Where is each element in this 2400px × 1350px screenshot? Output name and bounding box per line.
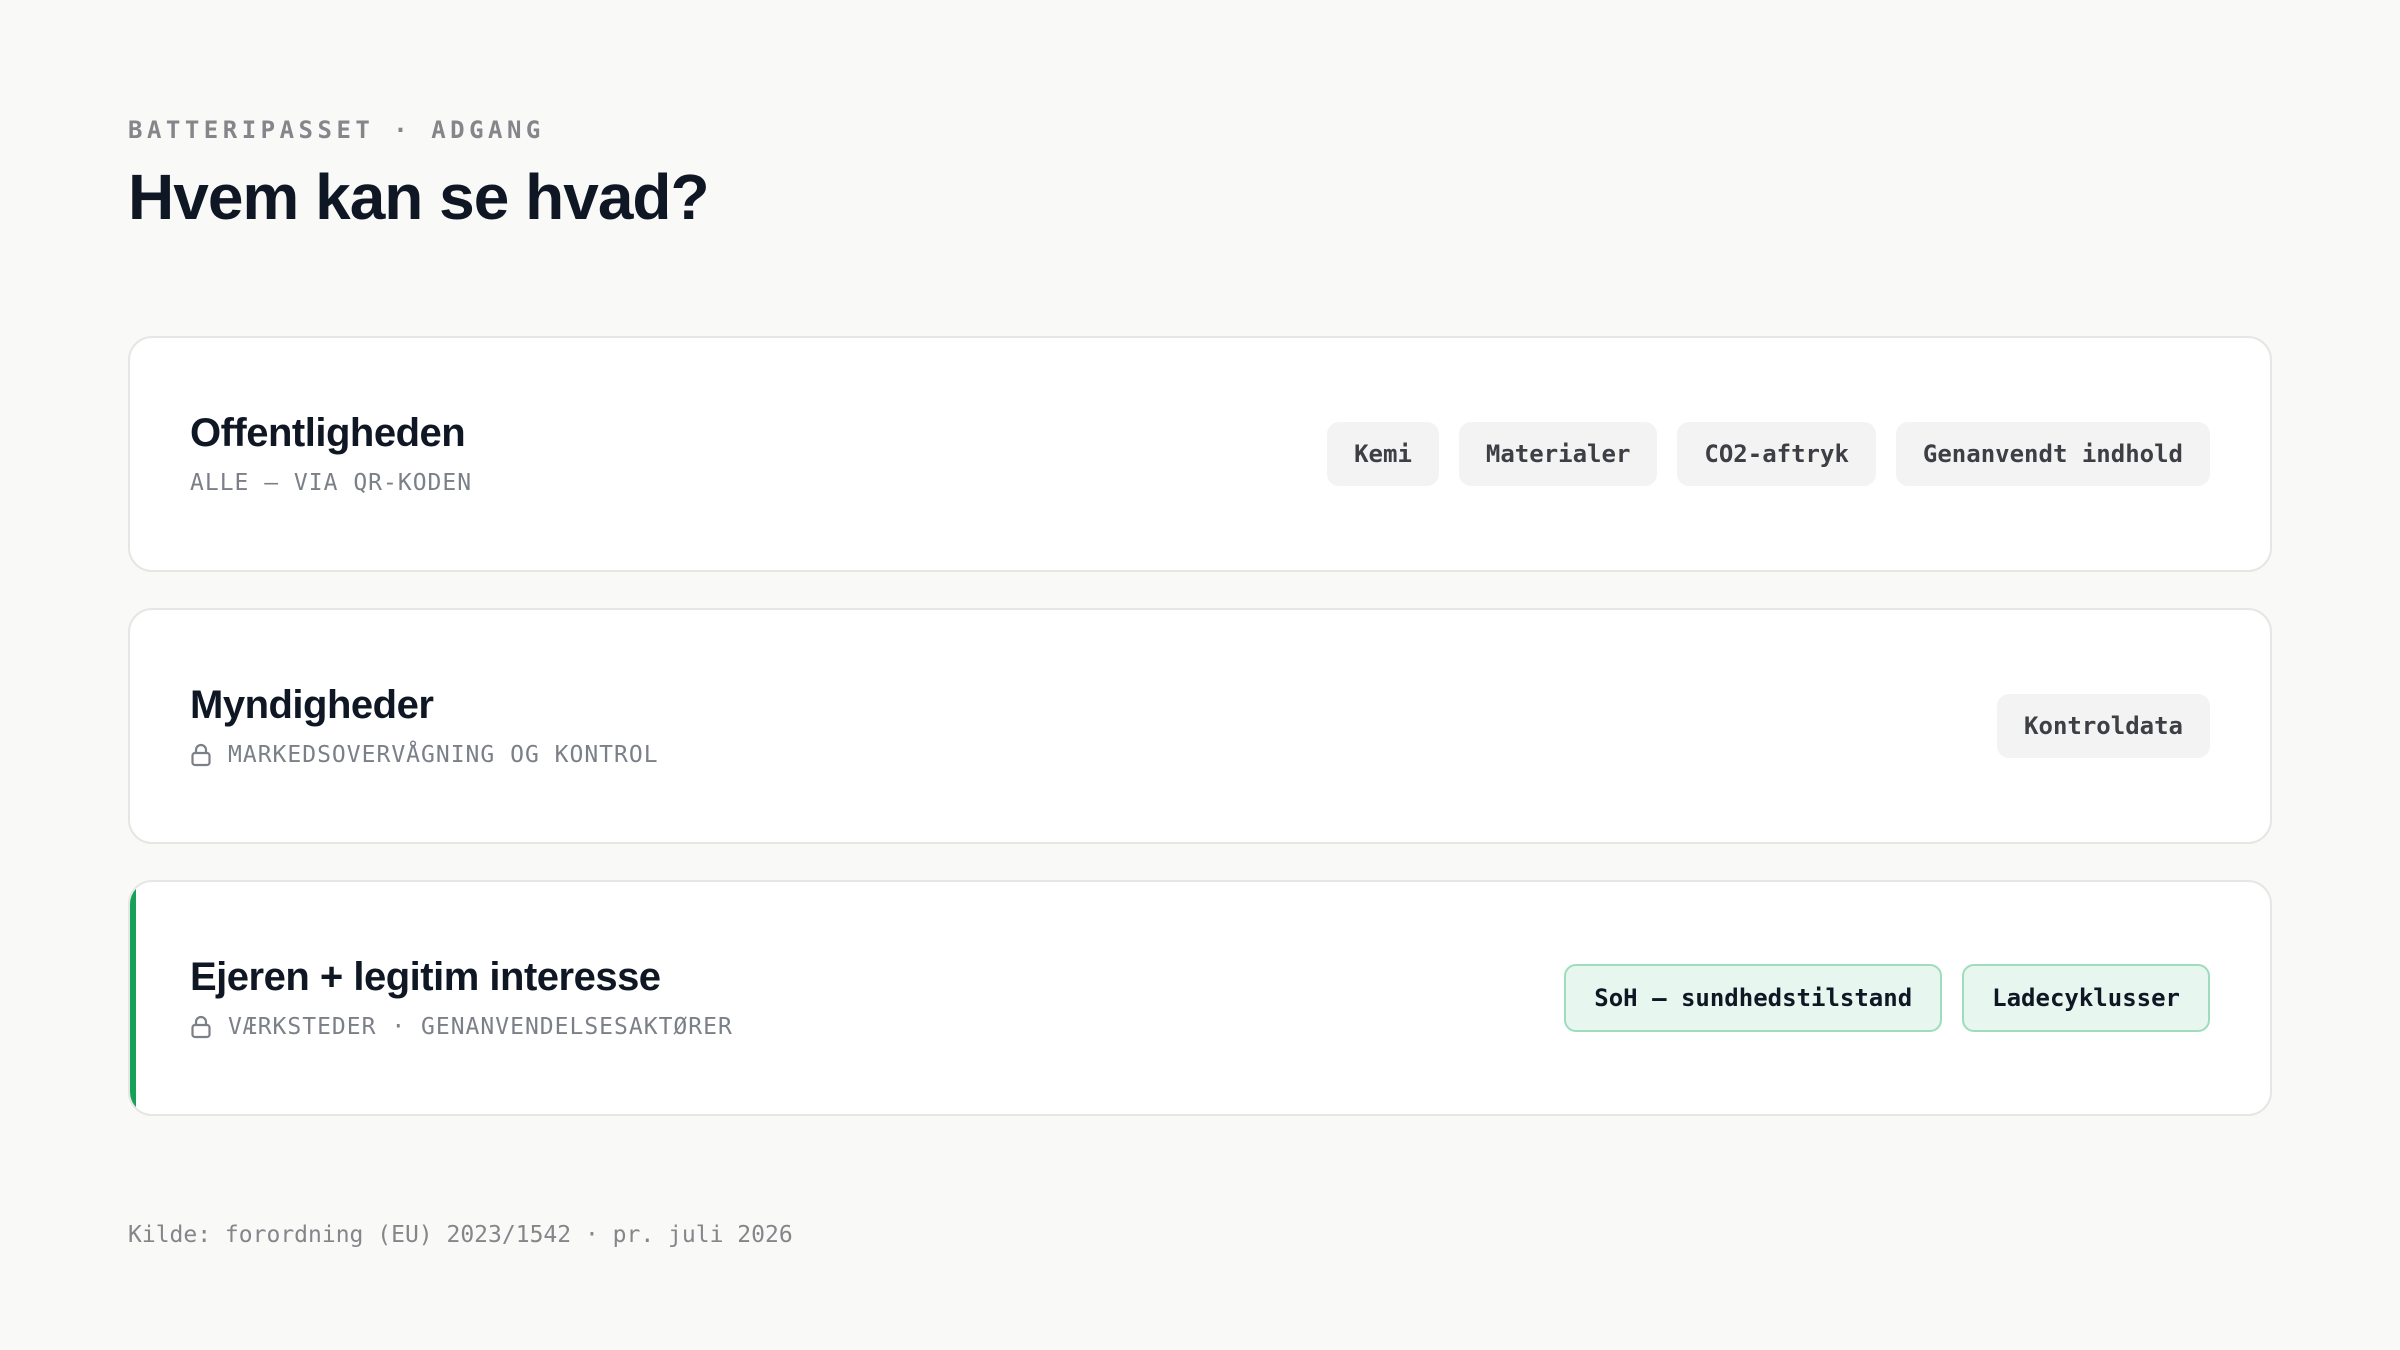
lock-icon	[190, 1015, 212, 1039]
access-card-authorities: Myndigheder MARKEDSOVERVÅGNING OG KONTRO…	[128, 608, 2272, 844]
card-subtitle-text: VÆRKSTEDER · GENANVENDELSESAKTØRER	[228, 1014, 733, 1040]
data-chip: Genanvendt indhold	[1895, 422, 2210, 486]
card-title: Myndigheder	[190, 683, 434, 727]
data-chip: Kemi	[1327, 422, 1439, 486]
card-heading: Ejeren + legitim interesse VÆRKSTEDER · …	[190, 952, 733, 1042]
access-card-public: Offentligheden ALLE — VIA QR-KODEN Kemi …	[128, 336, 2272, 572]
card-title: Ejeren + legitim interesse	[190, 955, 661, 999]
card-subtitle-text: ALLE — VIA QR-KODEN	[190, 470, 473, 496]
data-chip-highlighted: Ladecyklusser	[1962, 964, 2210, 1032]
access-card-owner: Ejeren + legitim interesse VÆRKSTEDER · …	[128, 880, 2272, 1116]
chip-list: Kemi Materialer CO2-aftryk Genanvendt in…	[1327, 338, 2210, 570]
access-cards: Offentligheden ALLE — VIA QR-KODEN Kemi …	[128, 336, 2272, 1152]
card-subtitle: ALLE — VIA QR-KODEN	[190, 468, 472, 498]
data-chip: Kontroldata	[1997, 694, 2210, 758]
page-title: Hvem kan se hvad?	[128, 161, 710, 233]
chip-list: SoH — sundhedstilstand Ladecyklusser	[1564, 882, 2210, 1114]
chip-list: Kontroldata	[1997, 610, 2210, 842]
card-heading: Offentligheden ALLE — VIA QR-KODEN	[190, 408, 472, 498]
card-heading: Myndigheder MARKEDSOVERVÅGNING OG KONTRO…	[190, 680, 659, 770]
data-chip: CO2-aftryk	[1677, 422, 1876, 486]
data-chip: Materialer	[1458, 422, 1658, 486]
data-chip-highlighted: SoH — sundhedstilstand	[1564, 964, 1943, 1032]
card-subtitle: VÆRKSTEDER · GENANVENDELSESAKTØRER	[190, 1012, 733, 1042]
source-footnote: Kilde: forordning (EU) 2023/1542 · pr. j…	[128, 1222, 793, 1248]
card-title: Offentligheden	[190, 411, 466, 455]
eyebrow-label: BATTERIPASSET · ADGANG	[128, 116, 545, 144]
lock-icon	[190, 743, 212, 767]
card-subtitle-text: MARKEDSOVERVÅGNING OG KONTROL	[228, 742, 659, 768]
card-subtitle: MARKEDSOVERVÅGNING OG KONTROL	[190, 740, 659, 770]
